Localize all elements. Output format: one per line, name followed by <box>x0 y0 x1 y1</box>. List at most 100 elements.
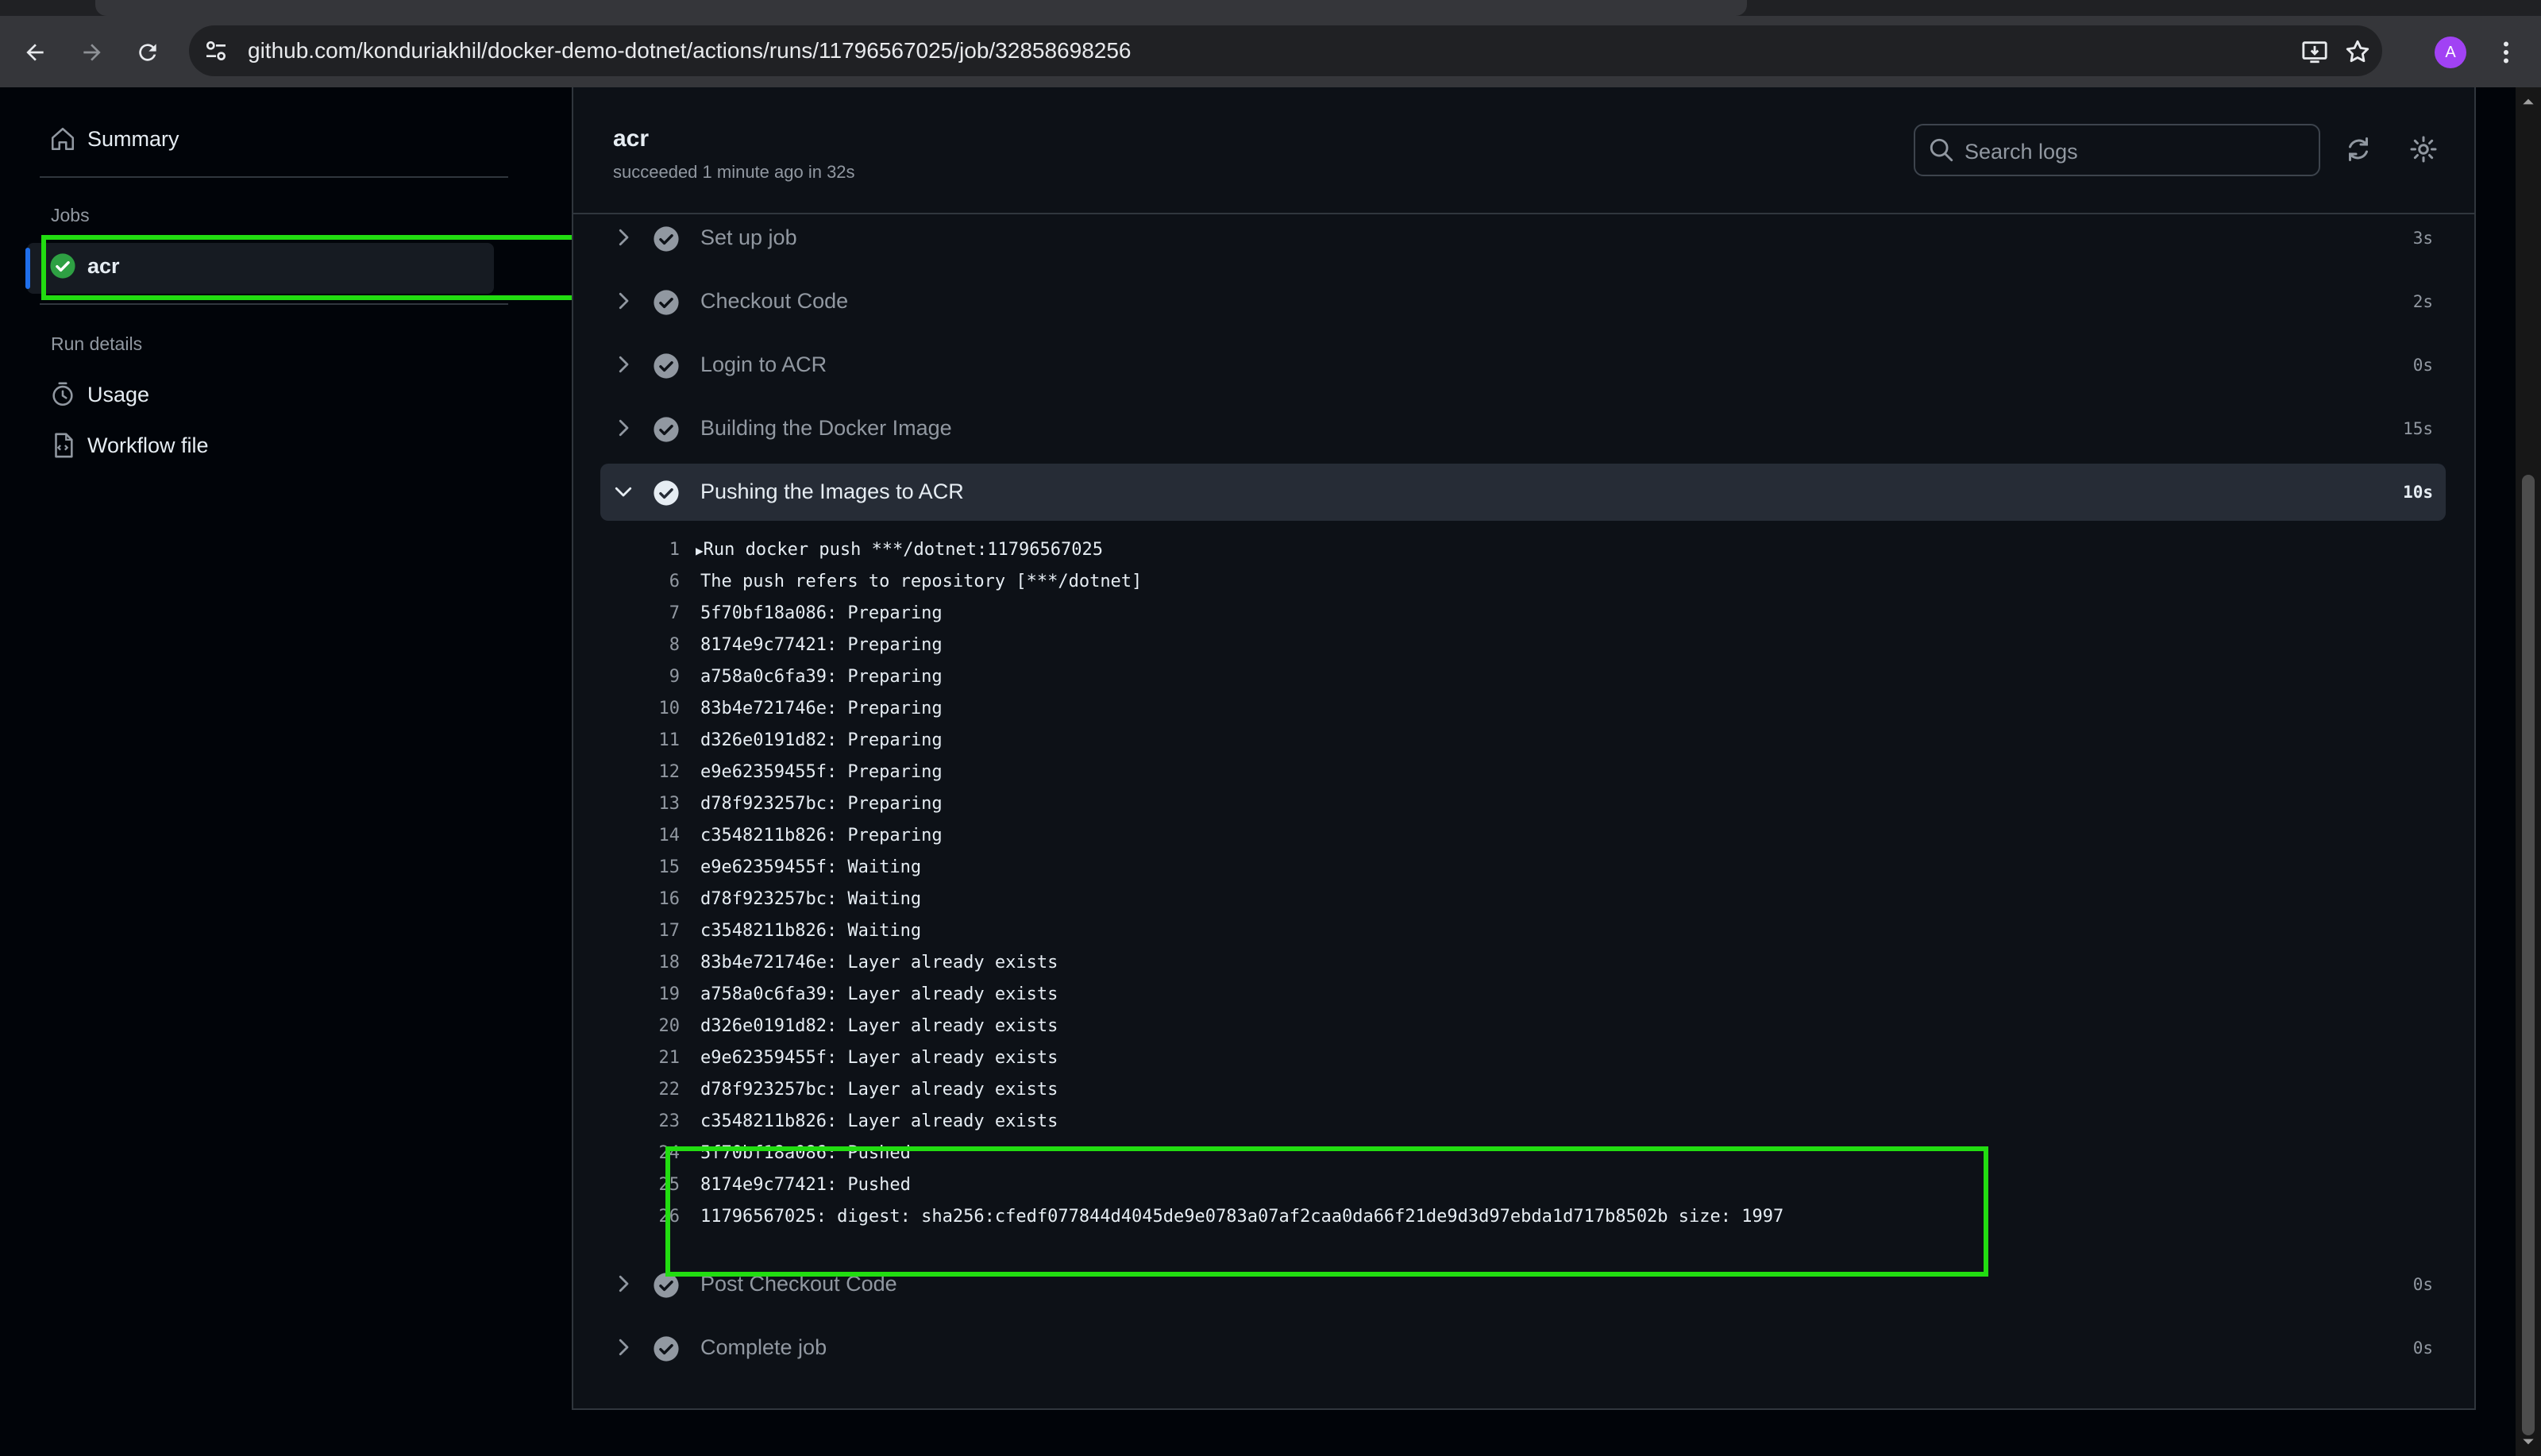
step-label: Set up job <box>700 225 797 249</box>
log-text: c3548211b826: Waiting <box>700 921 922 941</box>
step-complete-job[interactable]: Complete job 0s <box>600 1319 2446 1377</box>
log-text: a758a0c6fa39: Preparing <box>700 667 943 687</box>
log-text: d78f923257bc: Layer already exists <box>700 1080 1058 1100</box>
log-group-toggle[interactable]: ▶Run docker push ***/dotnet:11796567025 <box>696 540 1103 560</box>
step-set-up-job[interactable]: Set up job 3s <box>600 210 2446 267</box>
step-duration: 3s <box>2412 229 2433 248</box>
active-job-indicator <box>25 248 30 289</box>
job-header: acr succeeded 1 minute ago in 32s Search… <box>573 87 2474 214</box>
log-text: d78f923257bc: Preparing <box>700 794 943 814</box>
chevron-right-icon[interactable] <box>611 1335 635 1359</box>
line-number[interactable]: 22 <box>600 1080 681 1100</box>
line-number[interactable]: 15 <box>600 857 681 877</box>
line-number[interactable]: 7 <box>600 603 680 623</box>
step-login-to-acr[interactable]: Login to ACR 0s <box>600 337 2446 394</box>
step-duration: 10s <box>2403 483 2433 502</box>
step-label: Login to ACR <box>700 352 827 376</box>
sidebar-item-workflow-file[interactable]: Workflow file <box>49 432 209 459</box>
site-settings-icon[interactable] <box>203 38 229 64</box>
arrow-right-icon <box>83 44 101 61</box>
chevron-right-icon[interactable] <box>611 225 635 249</box>
annotation-highlight-box <box>665 1146 1988 1277</box>
log-text: 5f70bf18a086: Preparing <box>700 603 943 623</box>
log-line[interactable]: 14 c3548211b826: Preparing <box>600 826 2446 857</box>
more-vertical-icon[interactable] <box>2492 37 2520 68</box>
chevron-down-icon[interactable] <box>611 480 635 503</box>
line-number[interactable]: 17 <box>600 921 681 941</box>
refresh-icon[interactable] <box>2344 135 2373 164</box>
log-line[interactable]: 23 c3548211b826: Layer already exists <box>600 1111 2446 1143</box>
log-text: d326e0191d82: Layer already exists <box>700 1016 1058 1036</box>
stopwatch-icon <box>52 382 73 406</box>
line-number[interactable]: 23 <box>600 1111 681 1131</box>
line-number[interactable]: 20 <box>600 1016 681 1036</box>
back-button[interactable] <box>19 37 51 68</box>
install-app-icon[interactable] <box>2301 38 2328 65</box>
log-line[interactable]: 13 d78f923257bc: Preparing <box>600 794 2446 826</box>
line-number[interactable]: 9 <box>600 667 680 687</box>
log-line[interactable]: 17 c3548211b826: Waiting <box>600 921 2446 953</box>
chevron-right-icon[interactable] <box>611 416 635 440</box>
line-number[interactable]: 12 <box>600 762 681 782</box>
scroll-thumb[interactable] <box>2522 475 2535 1435</box>
forward-button[interactable] <box>76 37 108 68</box>
line-number[interactable]: 16 <box>600 889 681 909</box>
scroll-down-icon[interactable] <box>2520 1434 2536 1450</box>
line-number[interactable]: 11 <box>600 730 681 750</box>
line-number[interactable]: 6 <box>600 572 680 591</box>
line-number[interactable]: 1 <box>600 540 680 560</box>
log-line[interactable]: 19 a758a0c6fa39: Layer already exists <box>600 984 2446 1016</box>
line-number[interactable]: 18 <box>600 953 681 973</box>
log-line[interactable]: 20 d326e0191d82: Layer already exists <box>600 1016 2446 1048</box>
check-circle-icon <box>654 290 679 315</box>
log-line[interactable]: 6 The push refers to repository [***/dotn… <box>600 572 2446 603</box>
sidebar-item-summary[interactable]: Summary <box>49 125 179 152</box>
chevron-right-icon[interactable] <box>611 352 635 376</box>
log-line[interactable]: 8 8174e9c77421: Preparing <box>600 635 2446 667</box>
browser-active-tab[interactable] <box>95 0 1747 16</box>
reload-button[interactable] <box>132 37 164 68</box>
log-line[interactable]: 16 d78f923257bc: Waiting <box>600 889 2446 921</box>
log-line[interactable]: 12 e9e62359455f: Preparing <box>600 762 2446 794</box>
log-line[interactable]: 10 83b4e721746e: Preparing <box>600 699 2446 730</box>
step-duration: 0s <box>2412 356 2433 375</box>
jobs-heading: Jobs <box>51 205 90 225</box>
log-text: e9e62359455f: Layer already exists <box>700 1048 1058 1068</box>
sidebar-divider <box>40 303 508 305</box>
step-duration: 2s <box>2412 292 2433 311</box>
gear-icon[interactable] <box>2409 135 2438 164</box>
line-number[interactable]: 13 <box>600 794 681 814</box>
address-bar[interactable]: github.com/konduriakhil/docker-demo-dotn… <box>189 25 2382 76</box>
step-label: Checkout Code <box>700 289 849 313</box>
sidebar-item-usage[interactable]: Usage <box>49 381 149 408</box>
line-number[interactable]: 21 <box>600 1048 681 1068</box>
step-building-docker-image[interactable]: Building the Docker Image 15s <box>600 400 2446 457</box>
bookmark-star-icon[interactable] <box>2344 38 2371 65</box>
line-number[interactable]: 19 <box>600 984 681 1004</box>
scroll-up-icon[interactable] <box>2520 94 2536 110</box>
log-line[interactable]: 7 5f70bf18a086: Preparing <box>600 603 2446 635</box>
log-line[interactable]: 1 ▶Run docker push ***/dotnet:11796567025 <box>600 540 2446 572</box>
step-pushing-images-to-acr[interactable]: Pushing the Images to ACR 10s <box>600 464 2446 521</box>
search-icon <box>1930 138 1953 162</box>
line-number[interactable]: 10 <box>600 699 681 718</box>
chevron-right-icon[interactable] <box>611 289 635 313</box>
sidebar-divider <box>40 176 508 178</box>
log-line[interactable]: 21 e9e62359455f: Layer already exists <box>600 1048 2446 1080</box>
check-circle-icon <box>654 417 679 442</box>
step-label: Pushing the Images to ACR <box>700 480 964 503</box>
step-checkout-code[interactable]: Checkout Code 2s <box>600 273 2446 330</box>
search-logs-input[interactable]: Search logs <box>1914 124 2320 176</box>
log-line[interactable]: 11 d326e0191d82: Preparing <box>600 730 2446 762</box>
line-number[interactable]: 8 <box>600 635 680 655</box>
line-number[interactable]: 14 <box>600 826 681 845</box>
log-line[interactable]: 18 83b4e721746e: Layer already exists <box>600 953 2446 984</box>
url-text[interactable]: github.com/konduriakhil/docker-demo-dotn… <box>248 37 1131 65</box>
chevron-right-icon[interactable] <box>611 1272 635 1296</box>
log-text: c3548211b826: Layer already exists <box>700 1111 1058 1131</box>
page-scrollbar[interactable] <box>2516 87 2541 1456</box>
profile-avatar[interactable]: A <box>2435 37 2466 68</box>
log-line[interactable]: 22 d78f923257bc: Layer already exists <box>600 1080 2446 1111</box>
log-line[interactable]: 15 e9e62359455f: Waiting <box>600 857 2446 889</box>
log-line[interactable]: 9 a758a0c6fa39: Preparing <box>600 667 2446 699</box>
